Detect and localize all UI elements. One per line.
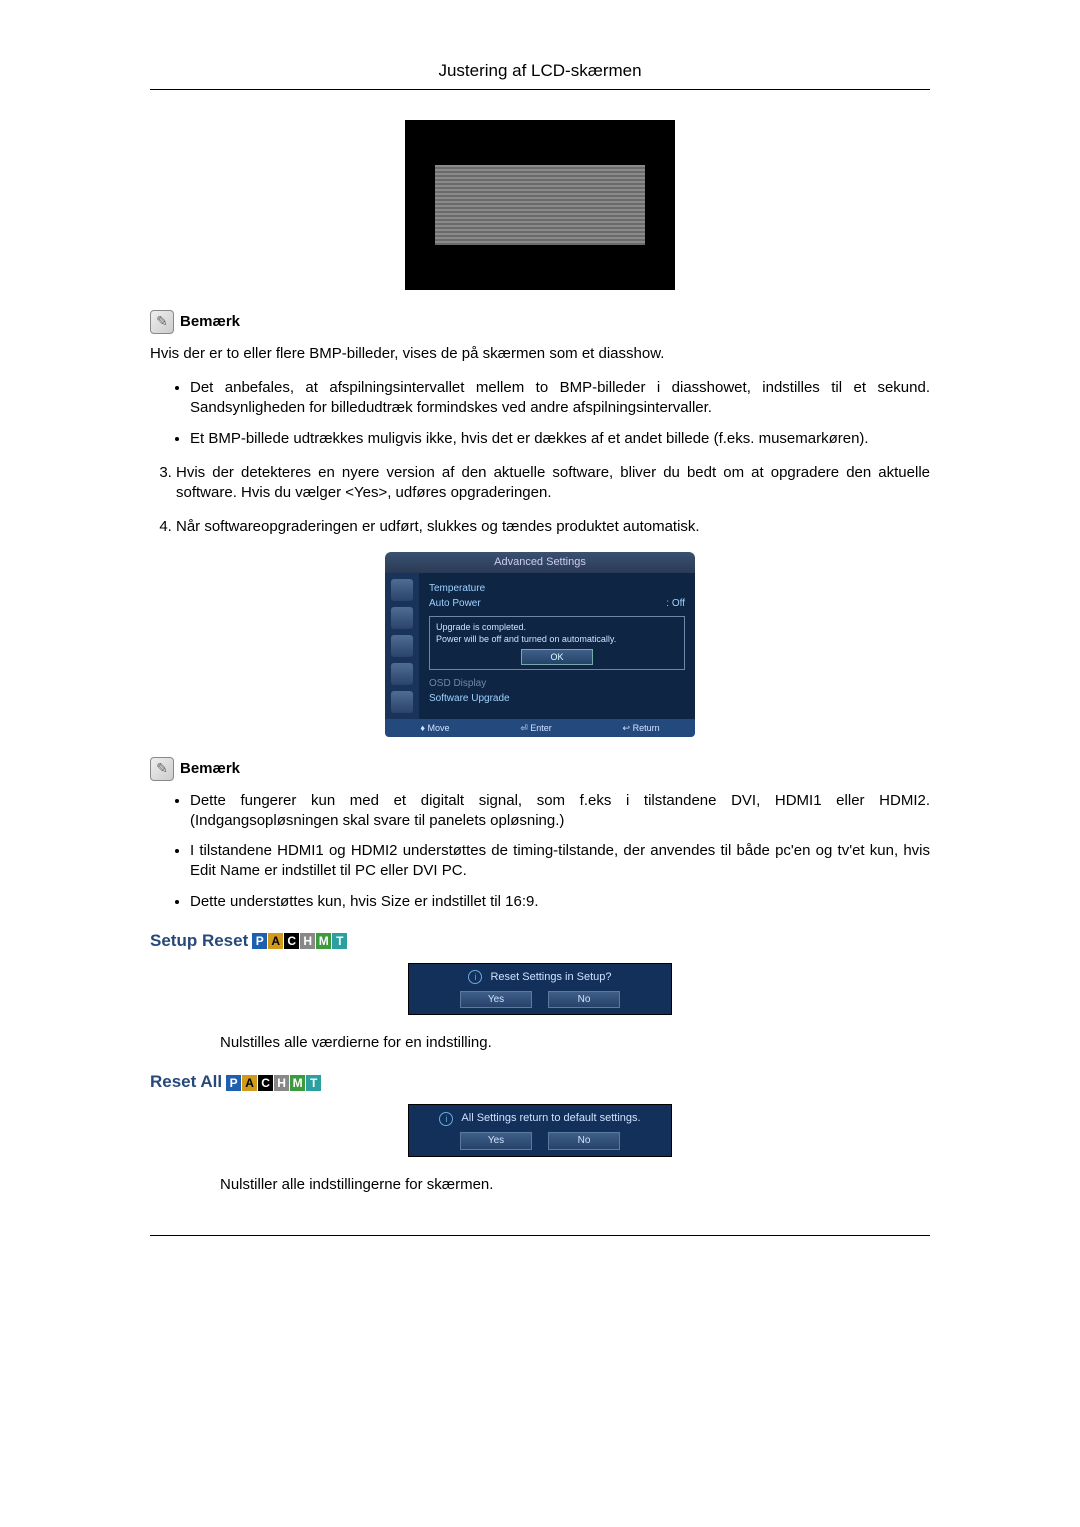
badge-h: H — [274, 1075, 289, 1091]
reset-all-no-button[interactable]: No — [548, 1132, 620, 1150]
osd-autopower-value: : Off — [666, 597, 685, 611]
mode-badges: P A C H M T — [226, 1075, 321, 1091]
mode-badges: P A C H M T — [252, 933, 347, 949]
osd-footer-move: ♦ Move — [420, 722, 449, 734]
setup-reset-dialog-text: Reset Settings in Setup? — [490, 970, 611, 985]
osd-icon-2 — [391, 607, 413, 629]
reset-all-dialog-text: All Settings return to default settings. — [461, 1111, 640, 1126]
badge-p: P — [226, 1075, 241, 1091]
osd-side-icons — [385, 573, 419, 719]
reset-all-desc: Nulstiller alle indstillingerne for skær… — [220, 1175, 930, 1195]
setup-reset-dialog: i Reset Settings in Setup? Yes No — [408, 963, 672, 1015]
footer-rule — [150, 1235, 930, 1236]
badge-h: H — [300, 933, 315, 949]
reset-all-yes-button[interactable]: Yes — [460, 1132, 532, 1150]
step-3: Hvis der detekteres en nyere version af … — [176, 463, 930, 504]
osd-message-box: Upgrade is completed. Power will be off … — [429, 616, 685, 670]
note-icon: ✎ — [150, 757, 174, 781]
note1-bullet-1: Det anbefales, at afspilningsintervallet… — [190, 378, 930, 419]
info-icon: i — [439, 1112, 453, 1126]
osd-icon-5 — [391, 691, 413, 713]
osd-temperature: Temperature — [429, 582, 485, 596]
setup-reset-no-button[interactable]: No — [548, 991, 620, 1009]
badge-c: C — [258, 1075, 273, 1091]
note1-bullet-2: Et BMP-billede udtrækkes muligvis ikke, … — [190, 429, 930, 449]
note-label: Bemærk — [180, 312, 240, 332]
badge-p: P — [252, 933, 267, 949]
osd-ok-button[interactable]: OK — [521, 649, 593, 665]
note-intro: Hvis der er to eller flere BMP-billeder,… — [150, 344, 930, 364]
osd-advanced-settings: Advanced Settings Temperature Auto Power… — [385, 552, 695, 737]
badge-m: M — [290, 1075, 305, 1091]
osd-icon-3 — [391, 635, 413, 657]
osd-footer-enter: ⏎ Enter — [520, 722, 552, 734]
osd-softwareupgrade: Software Upgrade — [429, 692, 510, 706]
info-icon: i — [468, 970, 482, 984]
osd-icon-1 — [391, 579, 413, 601]
osd-msg-2: Power will be off and turned on automati… — [436, 633, 678, 645]
badge-c: C — [284, 933, 299, 949]
badge-t: T — [332, 933, 347, 949]
osd-osddisplay: OSD Display — [429, 677, 486, 691]
osd-msg-1: Upgrade is completed. — [436, 621, 678, 633]
step-4: Når softwareopgraderingen er udført, slu… — [176, 517, 930, 537]
reset-all-dialog: i All Settings return to default setting… — [408, 1104, 672, 1156]
note2-bullet-2: I tilstandene HDMI1 og HDMI2 understøtte… — [190, 841, 930, 882]
osd-autopower-label: Auto Power — [429, 597, 481, 611]
badge-a: A — [268, 933, 283, 949]
reset-all-heading: Reset All P A C H M T — [150, 1071, 930, 1094]
note2-bullet-1: Dette fungerer kun med et digitalt signa… — [190, 791, 930, 832]
osd-title: Advanced Settings — [385, 552, 695, 573]
osd-footer-return: ↩ Return — [623, 722, 660, 734]
setup-reset-title: Setup Reset — [150, 930, 248, 953]
badge-m: M — [316, 933, 331, 949]
note2-bullet-3: Dette understøttes kun, hvis Size er ind… — [190, 892, 930, 912]
badge-t: T — [306, 1075, 321, 1091]
slideshow-screenshot — [405, 120, 675, 290]
slideshow-noise — [435, 165, 645, 245]
page-title: Justering af LCD-skærmen — [150, 60, 930, 90]
osd-icon-4 — [391, 663, 413, 685]
badge-a: A — [242, 1075, 257, 1091]
setup-reset-yes-button[interactable]: Yes — [460, 991, 532, 1009]
note-icon: ✎ — [150, 310, 174, 334]
note-label: Bemærk — [180, 759, 240, 779]
setup-reset-heading: Setup Reset P A C H M T — [150, 930, 930, 953]
setup-reset-desc: Nulstilles alle værdierne for en indstil… — [220, 1033, 930, 1053]
reset-all-title: Reset All — [150, 1071, 222, 1094]
